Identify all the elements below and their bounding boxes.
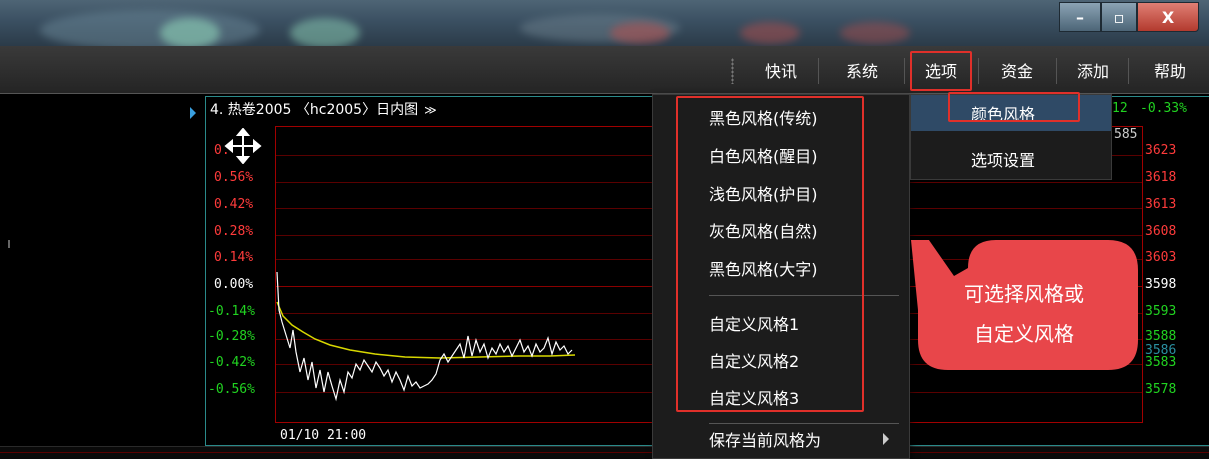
move-cursor-icon xyxy=(224,128,262,164)
chevron-right-icon xyxy=(883,433,889,445)
style-option-black-large[interactable]: 黑色风格(大字) xyxy=(653,250,909,286)
submenu-arrow-icon xyxy=(190,107,196,119)
style-option-custom-2[interactable]: 自定义风格2 xyxy=(653,342,909,378)
menu-separator xyxy=(709,295,899,296)
options-dropdown-menu: 颜色风格 选项设置 xyxy=(910,94,1112,180)
style-dropdown-menu: 黑色风格(传统) 白色风格(醒目) 浅色风格(护目) 灰色风格(自然) 黑色风格… xyxy=(652,94,910,459)
style-option-white-bright[interactable]: 白色风格(醒目) xyxy=(653,137,909,173)
save-current-style-as[interactable]: 保存当前风格为 xyxy=(653,421,909,457)
status-strip-line xyxy=(0,452,1209,453)
callout-line-1: 可选择风格或 xyxy=(964,282,1084,306)
style-option-custom-3[interactable]: 自定义风格3 xyxy=(653,379,909,415)
price-chart xyxy=(276,271,576,402)
status-strip xyxy=(0,446,1209,459)
time-axis-label: 01/10 21:00 xyxy=(280,428,367,443)
save-current-style-label: 保存当前风格为 xyxy=(709,431,822,450)
style-option-black-classic[interactable]: 黑色风格(传统) xyxy=(653,99,909,135)
average-price-line xyxy=(276,301,576,359)
callout-line-2: 自定义风格 xyxy=(974,322,1074,346)
app-window: – ▫ X 快讯 系统 选项 资金 添加 帮助 4. 热卷2005 〈hc200… xyxy=(0,0,1209,459)
menu-item-color-style[interactable]: 颜色风格 xyxy=(911,95,1111,131)
menu-item-option-settings[interactable]: 选项设置 xyxy=(911,141,1111,177)
style-option-gray-natural[interactable]: 灰色风格(自然) xyxy=(653,212,909,248)
style-option-light-eyecare[interactable]: 浅色风格(护目) xyxy=(653,175,909,211)
intraday-price-line xyxy=(276,271,573,402)
style-option-custom-1[interactable]: 自定义风格1 xyxy=(653,305,909,341)
